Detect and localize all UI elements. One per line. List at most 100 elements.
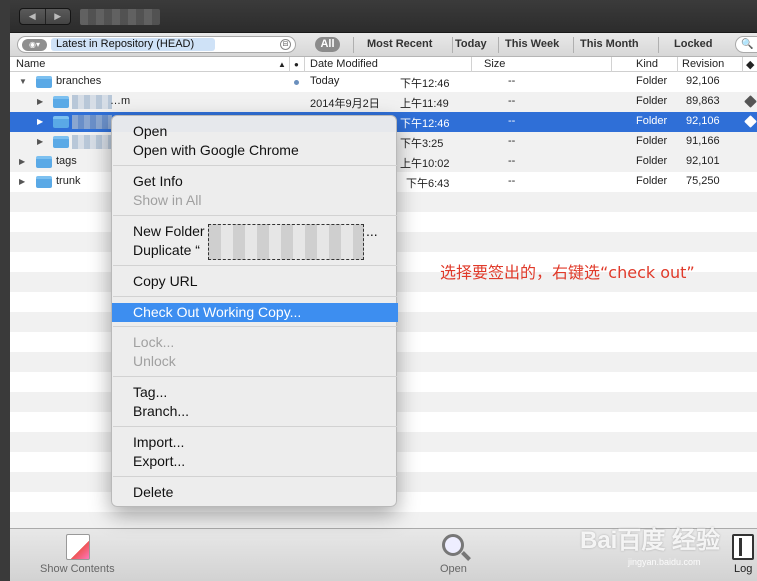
- folder-icon: [53, 136, 69, 148]
- row-revision: 92,106: [686, 115, 720, 127]
- disclosure-expanded-icon[interactable]: ▼: [19, 77, 27, 86]
- redacted-name: [72, 95, 112, 109]
- column-date-modified[interactable]: Date Modified: [310, 58, 378, 70]
- table-row[interactable]: ▼ branches Today 下午12:46 -- Folder 92,10…: [10, 72, 757, 92]
- row-size: --: [508, 155, 516, 167]
- menu-ellipsis: ...: [366, 223, 378, 239]
- row-size: --: [508, 95, 516, 107]
- row-time: 下午3:25: [400, 138, 444, 150]
- baidu-watermark: Bai百度 经验: [580, 527, 721, 554]
- row-time: 下午12:46: [400, 78, 450, 90]
- column-revision[interactable]: Revision: [682, 58, 724, 70]
- baidu-watermark-url: jingyan.baidu.com: [628, 557, 701, 567]
- divider: [304, 57, 305, 72]
- menu-item-open-with-chrome[interactable]: Open with Google Chrome: [112, 141, 398, 160]
- nav-buttons: ◀ ▶: [19, 8, 71, 25]
- menu-item-lock: Lock...: [133, 334, 175, 350]
- row-kind: Folder: [636, 135, 668, 147]
- context-menu: Open Open with Google Chrome Get Info Sh…: [111, 115, 398, 507]
- log-icon[interactable]: [732, 534, 754, 560]
- row-kind: Folder: [636, 95, 668, 107]
- disclosure-collapsed-icon[interactable]: ▶: [37, 137, 43, 146]
- repository-label: Latest in Repository (HEAD): [51, 38, 215, 51]
- menu-item-branch[interactable]: Branch...: [112, 402, 398, 421]
- menu-separator: [113, 376, 397, 377]
- disclosure-collapsed-icon[interactable]: ▶: [37, 97, 43, 106]
- menu-item-show-in-all: Show in All: [133, 192, 202, 208]
- menu-item-copy-url[interactable]: Copy URL: [112, 272, 398, 291]
- row-revision: 92,101: [686, 155, 720, 167]
- menu-separator: [113, 165, 397, 166]
- open-button[interactable]: Open: [440, 563, 467, 575]
- disclosure-collapsed-icon[interactable]: ▶: [19, 157, 25, 166]
- clear-icon[interactable]: ⊟: [280, 39, 291, 50]
- menu-item-check-out-working-copy[interactable]: Check Out Working Copy...: [112, 303, 398, 322]
- back-arrow-icon[interactable]: ◀: [20, 9, 46, 24]
- folder-icon: [53, 96, 69, 108]
- divider: [658, 37, 659, 53]
- filter-this-month[interactable]: This Month: [580, 38, 639, 50]
- disclosure-collapsed-icon[interactable]: ▶: [19, 177, 25, 186]
- menu-item-delete[interactable]: Delete: [112, 483, 398, 502]
- status-dot-icon: [294, 80, 299, 85]
- row-kind: Folder: [636, 175, 668, 187]
- divider: [742, 57, 743, 72]
- filter-all[interactable]: All: [315, 37, 340, 52]
- row-name: tags: [56, 155, 77, 167]
- filter-locked[interactable]: Locked: [674, 38, 713, 50]
- row-time: 上午11:49: [400, 98, 449, 110]
- eye-icon[interactable]: ◉▾: [22, 38, 47, 51]
- column-kind[interactable]: Kind: [636, 58, 658, 70]
- tag-icon: [744, 115, 757, 128]
- menu-separator: [113, 426, 397, 427]
- menu-item-import[interactable]: Import...: [112, 433, 398, 452]
- search-icon: 🔍: [741, 39, 754, 50]
- column-size[interactable]: Size: [484, 58, 505, 70]
- divider: [353, 37, 354, 53]
- magnifier-icon[interactable]: [442, 534, 464, 556]
- filter-bar: ◉▾ Latest in Repository (HEAD) ⊟ All Mos…: [10, 33, 757, 57]
- log-button[interactable]: Log: [734, 563, 752, 575]
- divider: [611, 57, 612, 72]
- menu-item-open[interactable]: Open: [112, 122, 398, 141]
- forward-arrow-icon[interactable]: ▶: [46, 9, 71, 24]
- column-header: Name ▲ ● Date Modified Size Kind Revisio…: [10, 57, 757, 72]
- row-time: 下午12:46: [400, 118, 450, 130]
- filter-this-week[interactable]: This Week: [505, 38, 559, 50]
- show-contents-icon[interactable]: [66, 534, 90, 560]
- row-size: --: [508, 75, 516, 87]
- search-field[interactable]: 🔍: [735, 36, 757, 53]
- menu-item-export[interactable]: Export...: [112, 452, 398, 471]
- redacted-selection: [208, 224, 364, 260]
- menu-item-get-info[interactable]: Get Info: [112, 172, 398, 191]
- row-revision: 92,106: [686, 75, 720, 87]
- filter-most-recent[interactable]: Most Recent: [367, 38, 432, 50]
- divider: [498, 37, 499, 53]
- redacted-name: [72, 135, 112, 149]
- menu-separator: [113, 326, 397, 327]
- instruction-annotation: 选择要签出的，右键选“check out”: [440, 263, 695, 282]
- row-revision: 75,250: [686, 175, 720, 187]
- folder-icon: [36, 176, 52, 188]
- repository-selector[interactable]: ◉▾ Latest in Repository (HEAD) ⊟: [17, 36, 296, 53]
- row-kind: Folder: [636, 155, 668, 167]
- menu-item-tag[interactable]: Tag...: [112, 383, 398, 402]
- filter-today[interactable]: Today: [455, 38, 487, 50]
- sort-arrow-icon: ▲: [278, 60, 286, 69]
- table-row[interactable]: ▶ …m 2014年9月2日 上午11:49 -- Folder 89,863: [10, 92, 757, 112]
- row-time: 下午6:43: [406, 178, 450, 190]
- row-date: 2014年9月2日: [310, 98, 380, 110]
- row-name: …m: [110, 95, 131, 107]
- redacted-window-title: [80, 9, 160, 25]
- title-bar: ◀ ▶: [10, 0, 757, 33]
- show-contents-button[interactable]: Show Contents: [40, 563, 115, 575]
- divider: [677, 57, 678, 72]
- folder-icon: [36, 156, 52, 168]
- row-revision: 91,166: [686, 135, 720, 147]
- row-name: branches: [56, 75, 102, 87]
- disclosure-collapsed-icon[interactable]: ▶: [37, 117, 43, 126]
- column-name[interactable]: Name: [16, 58, 45, 70]
- row-kind: Folder: [636, 115, 668, 127]
- row-size: --: [508, 115, 516, 127]
- divider: [452, 37, 453, 53]
